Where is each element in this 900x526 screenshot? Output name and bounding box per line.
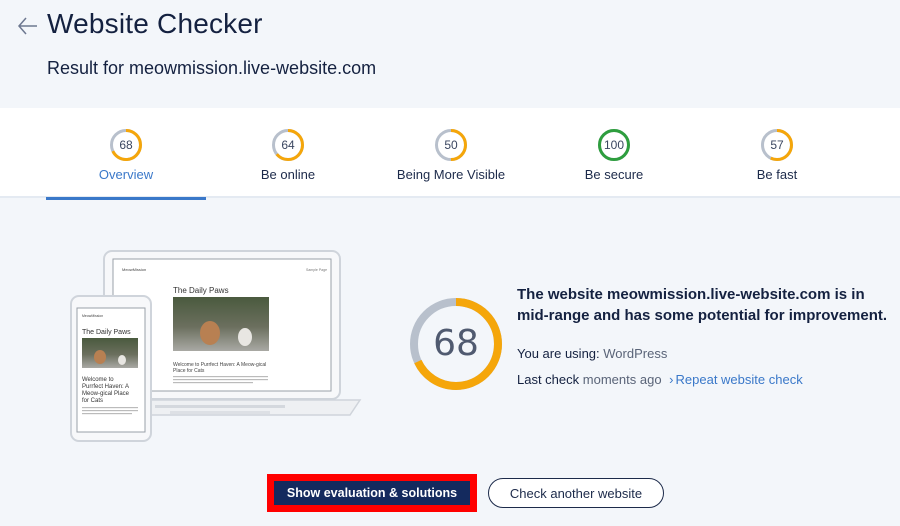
- active-tab-indicator: [46, 197, 206, 200]
- overall-score-gauge: 68: [410, 298, 502, 390]
- score-ring-icon: 64: [272, 129, 304, 161]
- tab-label: Be online: [260, 167, 316, 182]
- cat-photo: [173, 297, 269, 351]
- svg-text:Meow-gical Place: Meow-gical Place: [82, 391, 130, 397]
- tab-be-fast[interactable]: 57 Be fast: [697, 108, 857, 198]
- tab-label: Overview: [98, 167, 154, 182]
- score-ring-icon: 57: [761, 129, 793, 161]
- score-ring-icon: 50: [435, 129, 467, 161]
- laptop-heading: The Daily Paws: [173, 286, 229, 295]
- last-check-info: Last check moments ago › Repeat website c…: [517, 372, 803, 387]
- svg-text:Place for Cats: Place for Cats: [173, 368, 205, 374]
- platform-info: You are using: WordPress: [517, 346, 667, 361]
- tab-label: Being More Visible: [396, 167, 506, 182]
- last-check-value: moments ago: [582, 372, 662, 387]
- repeat-check-link[interactable]: Repeat website check: [676, 372, 803, 387]
- check-another-website-button[interactable]: Check another website: [488, 478, 664, 508]
- phone-mockup: MeowMission The Daily Paws Welcome to Pu…: [70, 295, 152, 442]
- page-title: Website Checker: [47, 8, 263, 39]
- chevron-right-icon: ›: [669, 372, 674, 387]
- phone-heading: The Daily Paws: [82, 329, 131, 336]
- show-evaluation-button[interactable]: Show evaluation & solutions: [274, 481, 470, 505]
- phone-site-name: MeowMission: [82, 314, 103, 318]
- tab-label: Be secure: [584, 167, 644, 182]
- tab-score: 50: [444, 138, 458, 152]
- laptop-nav: Sample Page: [306, 268, 327, 272]
- overall-score-value: 68: [433, 323, 479, 364]
- category-tabs: 68 Overview 64 Be online 50 Being More V…: [0, 108, 900, 200]
- tab-being-more-visible[interactable]: 50 Being More Visible: [371, 108, 531, 198]
- tab-label: Be fast: [756, 167, 798, 182]
- score-ring-icon: 68: [110, 129, 142, 161]
- svg-text:Welcome to: Welcome to: [82, 377, 114, 383]
- laptop-site-name: MeowMission: [122, 267, 146, 272]
- tab-score: 100: [603, 138, 625, 152]
- result-summary: The website meowmission.live-website.com…: [517, 286, 888, 324]
- tab-score: 64: [281, 138, 295, 152]
- tab-score: 68: [119, 138, 133, 152]
- tab-be-online[interactable]: 64 Be online: [208, 108, 368, 198]
- result-subtitle: Result for meowmission.live-website.com: [47, 58, 377, 78]
- page-header: Website Checker Result for meowmission.l…: [0, 0, 900, 108]
- svg-text:Purrfect Haven: A: Purrfect Haven: A: [82, 384, 129, 390]
- tab-score: 57: [770, 138, 784, 152]
- platform-label: You are using:: [517, 346, 600, 361]
- tab-be-secure[interactable]: 100 Be secure: [534, 108, 694, 198]
- tab-overview[interactable]: 68 Overview: [46, 108, 206, 200]
- last-check-label: Last check: [517, 372, 580, 387]
- platform-value: WordPress: [603, 346, 668, 361]
- arrow-left-icon: [18, 17, 37, 35]
- device-mockup-illustration: MeowMission Sample Page The Daily Paws W…: [60, 245, 375, 445]
- back-button[interactable]: [16, 14, 40, 38]
- svg-text:for Cats: for Cats: [82, 398, 103, 404]
- score-ring-icon: 100: [598, 129, 630, 161]
